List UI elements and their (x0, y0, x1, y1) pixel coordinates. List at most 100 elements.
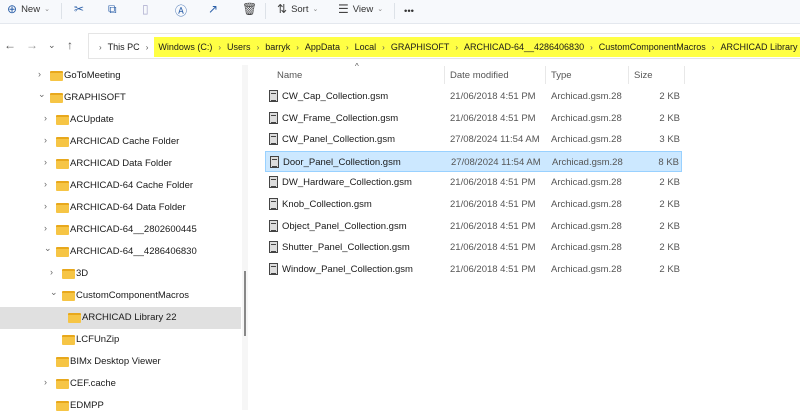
chevron-right-icon[interactable]: › (44, 113, 47, 123)
view-button[interactable]: ☰ View ⌄ (338, 2, 383, 16)
file-type: Archicad.gsm.28 (551, 134, 622, 146)
recent-chevron-icon[interactable]: ⌄ (48, 40, 56, 51)
tree-item[interactable]: › ACUpdate (0, 109, 241, 131)
divider[interactable] (545, 66, 546, 84)
file-row[interactable]: Shutter_Panel_Collection.gsm 21/06/2018 4… (265, 237, 682, 258)
file-row[interactable]: CW_Frame_Collection.gsm 21/06/2018 4:51 P… (265, 108, 682, 129)
chevron-right-icon[interactable]: › (453, 43, 460, 52)
file-name: Window_Panel_Collection.gsm (282, 263, 413, 275)
tree-item[interactable]: › ARCHICAD-64 Data Folder (0, 197, 241, 219)
scrollbar-thumb[interactable] (244, 271, 246, 336)
file-date: 21/06/2018 4:51 PM (450, 199, 536, 210)
tree-item[interactable]: › CEF.cache (0, 373, 241, 395)
gsm-file-icon (269, 262, 278, 275)
chevron-right-icon[interactable]: › (44, 223, 47, 233)
file-row[interactable]: Object_Panel_Collection.gsm 21/06/2018 4:… (265, 216, 682, 237)
tree-item[interactable]: ARCHICAD Library 22 (0, 307, 241, 329)
breadcrumb-segment[interactable]: GRAPHISOFT (391, 42, 450, 52)
chevron-down-icon: ⌄ (44, 6, 50, 13)
back-icon[interactable]: ← (4, 38, 16, 52)
tree-item[interactable]: › ARCHICAD Cache Folder (0, 131, 241, 153)
chevron-right-icon[interactable]: › (380, 43, 387, 52)
file-row[interactable]: Door_Panel_Collection.gsm 27/08/2024 11:5… (265, 150, 682, 172)
tree-item[interactable]: › ARCHICAD-64__2802600445 (0, 219, 241, 241)
tree-item[interactable]: › ARCHICAD Data Folder (0, 153, 241, 175)
file-date: 21/06/2018 4:51 PM (450, 220, 536, 232)
tree-item[interactable]: ⌄ GRAPHISOFT (0, 87, 241, 109)
chevron-right-icon[interactable]: › (38, 69, 41, 79)
file-row[interactable]: Window_Panel_Collection.gsm 21/06/2018 4:… (265, 259, 682, 280)
file-row[interactable]: DW_Hardware_Collection.gsm 21/06/2018 4:5… (265, 172, 682, 193)
chevron-right-icon[interactable]: › (50, 267, 53, 277)
file-size: 2 KB (659, 199, 680, 210)
chevron-right-icon[interactable]: › (344, 43, 351, 52)
scissors-icon: ✂ (74, 2, 85, 16)
tree-item[interactable]: › ARCHICAD-64 Cache Folder (0, 175, 241, 197)
tree-item[interactable]: BIMx Desktop Viewer (0, 351, 241, 373)
breadcrumb-segment[interactable]: barryk (265, 42, 290, 52)
breadcrumb: › This PC › Windows (C:) › Users › barryk › Ap… (93, 37, 800, 57)
chevron-right-icon[interactable]: › (44, 377, 47, 387)
folder-icon (62, 335, 75, 345)
breadcrumb-segment[interactable]: ARCHICAD-64__4286406830 (464, 42, 584, 52)
file-row[interactable]: CW_Cap_Collection.gsm 21/06/2018 4:51 PM A… (265, 86, 682, 107)
tree-item[interactable]: LCFUnZip (0, 329, 241, 351)
chevron-right-icon[interactable]: › (144, 43, 151, 52)
tree-item-label: ARCHICAD-64__4286406830 (70, 246, 197, 257)
chevron-down-icon[interactable]: ⌄ (38, 89, 46, 100)
breadcrumb-segment[interactable]: ARCHICAD Library 22 (720, 42, 800, 52)
file-row[interactable]: Knob_Collection.gsm 21/06/2018 4:51 PM Arc… (265, 194, 682, 215)
nav-scrollbar[interactable] (242, 65, 248, 410)
file-size: 2 KB (659, 112, 680, 124)
more-button[interactable]: ••• (404, 6, 414, 17)
divider[interactable] (684, 66, 685, 84)
chevron-right-icon[interactable]: › (588, 43, 595, 52)
chevron-right-icon[interactable]: › (44, 179, 47, 189)
delete-button[interactable]: 🗑 (242, 2, 257, 16)
chevron-right-icon[interactable]: › (216, 43, 223, 52)
file-name: Shutter_Panel_Collection.gsm (282, 242, 410, 254)
tree-item[interactable]: ⌄ CustomComponentMacros (0, 285, 241, 307)
file-type: Archicad.gsm.28 (551, 220, 622, 232)
divider[interactable] (628, 66, 629, 84)
breadcrumb-this-pc[interactable]: This PC (108, 42, 140, 52)
chevron-right-icon[interactable]: › (44, 135, 47, 145)
tree-item[interactable]: ⌄ ARCHICAD-64__4286406830 (0, 241, 241, 263)
file-name: DW_Hardware_Collection.gsm (282, 177, 412, 189)
new-button[interactable]: ⊕ New ⌄ (7, 2, 50, 16)
forward-icon[interactable]: → (26, 38, 38, 52)
up-icon[interactable]: ↑ (67, 38, 73, 52)
sort-button[interactable]: ⇅ Sort ⌄ (277, 2, 318, 16)
chevron-right-icon[interactable]: › (710, 43, 717, 52)
file-row[interactable]: CW_Panel_Collection.gsm 27/08/2024 11:54 … (265, 129, 682, 150)
breadcrumb-segment[interactable]: Windows (C:) (158, 42, 212, 52)
breadcrumb-segment[interactable]: Users (227, 42, 251, 52)
chevron-down-icon[interactable]: ⌄ (50, 287, 58, 298)
file-date: 21/06/2018 4:51 PM (450, 242, 536, 254)
address-bar[interactable]: › This PC › Windows (C:) › Users › barryk › Ap… (88, 33, 800, 59)
tree-item-label: BIMx Desktop Viewer (70, 356, 161, 367)
rename-button[interactable]: Ⓐ (175, 2, 187, 19)
breadcrumb-segment[interactable]: AppData (305, 42, 340, 52)
breadcrumb-segment[interactable]: CustomComponentMacros (599, 42, 706, 52)
cut-button[interactable]: ✂ (74, 2, 84, 16)
file-date: 21/06/2018 4:51 PM (450, 91, 536, 102)
file-name: Object_Panel_Collection.gsm (282, 220, 407, 232)
chevron-down-icon[interactable]: ⌄ (44, 243, 52, 254)
breadcrumb-segment[interactable]: Local (355, 42, 377, 52)
chevron-right-icon[interactable]: › (44, 157, 47, 167)
folder-icon (56, 137, 69, 147)
tree-item[interactable]: › GoToMeeting (0, 65, 241, 87)
share-button[interactable]: ↗ (208, 2, 218, 16)
tree-item[interactable]: › 3D (0, 263, 241, 285)
divider[interactable] (444, 66, 445, 84)
chevron-right-icon[interactable]: › (44, 201, 47, 211)
file-type: Archicad.gsm.28 (551, 91, 622, 102)
chevron-right-icon[interactable]: › (255, 43, 262, 52)
chevron-right-icon[interactable]: › (294, 43, 301, 52)
tree-item[interactable]: EDMPP (0, 395, 241, 417)
folder-icon (56, 357, 69, 367)
copy-button[interactable]: ⧉ (108, 2, 117, 17)
folder-icon (56, 247, 69, 257)
paste-button[interactable]: ▯ (142, 2, 149, 16)
